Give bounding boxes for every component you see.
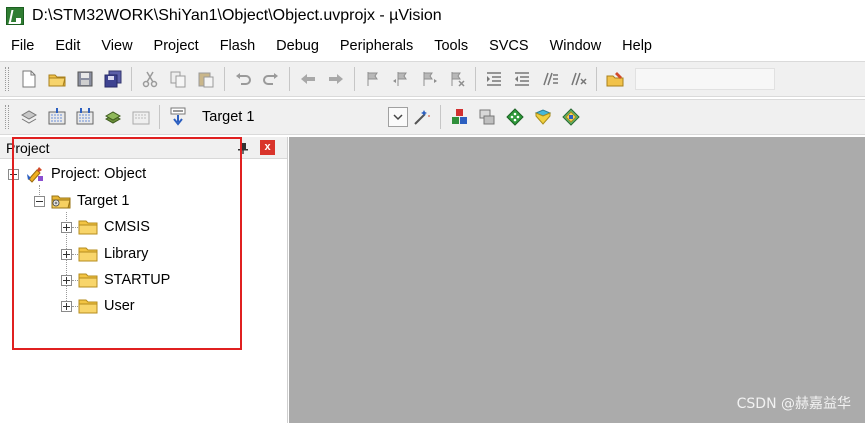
menu-file[interactable]: File (0, 38, 43, 54)
find-input[interactable] (635, 68, 775, 90)
pack-installer-icon[interactable] (530, 104, 556, 130)
copy-icon[interactable] (165, 66, 191, 92)
uvision-icon (6, 7, 24, 25)
toolbar-separator (475, 67, 476, 91)
menu-flash[interactable]: Flash (208, 38, 264, 54)
menu-peripherals[interactable]: Peripherals (328, 38, 422, 54)
toolbar-separator (354, 67, 355, 91)
file-toolbar (0, 61, 865, 97)
redo-icon[interactable] (258, 66, 284, 92)
unindent-icon[interactable] (509, 66, 535, 92)
menu-edit[interactable]: Edit (43, 38, 89, 54)
chevron-down-icon[interactable] (388, 107, 408, 127)
menu-debug[interactable]: Debug (264, 38, 328, 54)
bookmark-next-icon[interactable] (416, 66, 442, 92)
translate-icon[interactable] (16, 104, 42, 130)
menu-tools[interactable]: Tools (422, 38, 477, 54)
open-folder-icon[interactable] (44, 66, 70, 92)
bookmark-icon[interactable] (360, 66, 386, 92)
menu-project[interactable]: Project (142, 38, 208, 54)
title-bar: D:\STM32WORK\ShiYan1\Object\Object.uvpro… (0, 0, 865, 32)
watermark: CSDN @赫嘉益华 (736, 396, 851, 412)
menu-bar: File Edit View Project Flash Debug Perip… (0, 32, 865, 60)
menu-help[interactable]: Help (610, 38, 661, 54)
nav-forward-icon[interactable] (323, 66, 349, 92)
menu-svcs[interactable]: SVCS (477, 38, 538, 54)
toolbar-separator (131, 67, 132, 91)
manage-project-items-icon[interactable] (446, 104, 472, 130)
software-packs-icon[interactable] (558, 104, 584, 130)
toolbar-separator (159, 105, 160, 129)
bookmark-clear-icon[interactable] (444, 66, 470, 92)
cut-icon[interactable] (137, 66, 163, 92)
annotation-highlight-box (12, 137, 242, 350)
stop-build-icon[interactable] (128, 104, 154, 130)
editor-area[interactable]: CSDN @赫嘉益华 (289, 137, 865, 423)
toolbar-grip[interactable] (5, 105, 9, 129)
toolbar-separator (440, 105, 441, 129)
find-in-files-icon[interactable] (602, 66, 628, 92)
menu-view[interactable]: View (89, 38, 141, 54)
toolbar-separator (224, 67, 225, 91)
save-icon[interactable] (72, 66, 98, 92)
indent-icon[interactable] (481, 66, 507, 92)
bookmark-prev-icon[interactable] (388, 66, 414, 92)
download-icon[interactable] (165, 104, 191, 130)
toolbar-grip[interactable] (5, 67, 9, 91)
build-icon[interactable] (44, 104, 70, 130)
paste-icon[interactable] (193, 66, 219, 92)
nav-back-icon[interactable] (295, 66, 321, 92)
rebuild-icon[interactable] (72, 104, 98, 130)
menu-window[interactable]: Window (538, 38, 611, 54)
window-title: D:\STM32WORK\ShiYan1\Object\Object.uvpro… (32, 7, 442, 24)
save-all-icon[interactable] (100, 66, 126, 92)
options-for-target-icon[interactable] (409, 104, 435, 130)
target-select-value: Target 1 (202, 109, 255, 125)
close-panel-button[interactable]: x (260, 140, 275, 155)
new-file-icon[interactable] (16, 66, 42, 92)
manage-rte-icon[interactable] (502, 104, 528, 130)
uncomment-icon[interactable] (565, 66, 591, 92)
toolbar-separator (596, 67, 597, 91)
comment-icon[interactable] (537, 66, 563, 92)
select-packs-icon[interactable] (474, 104, 500, 130)
target-select[interactable]: Target 1 (198, 104, 408, 130)
undo-icon[interactable] (230, 66, 256, 92)
toolbar-separator (289, 67, 290, 91)
build-toolbar: Target 1 (0, 99, 865, 135)
batch-build-icon[interactable] (100, 104, 126, 130)
